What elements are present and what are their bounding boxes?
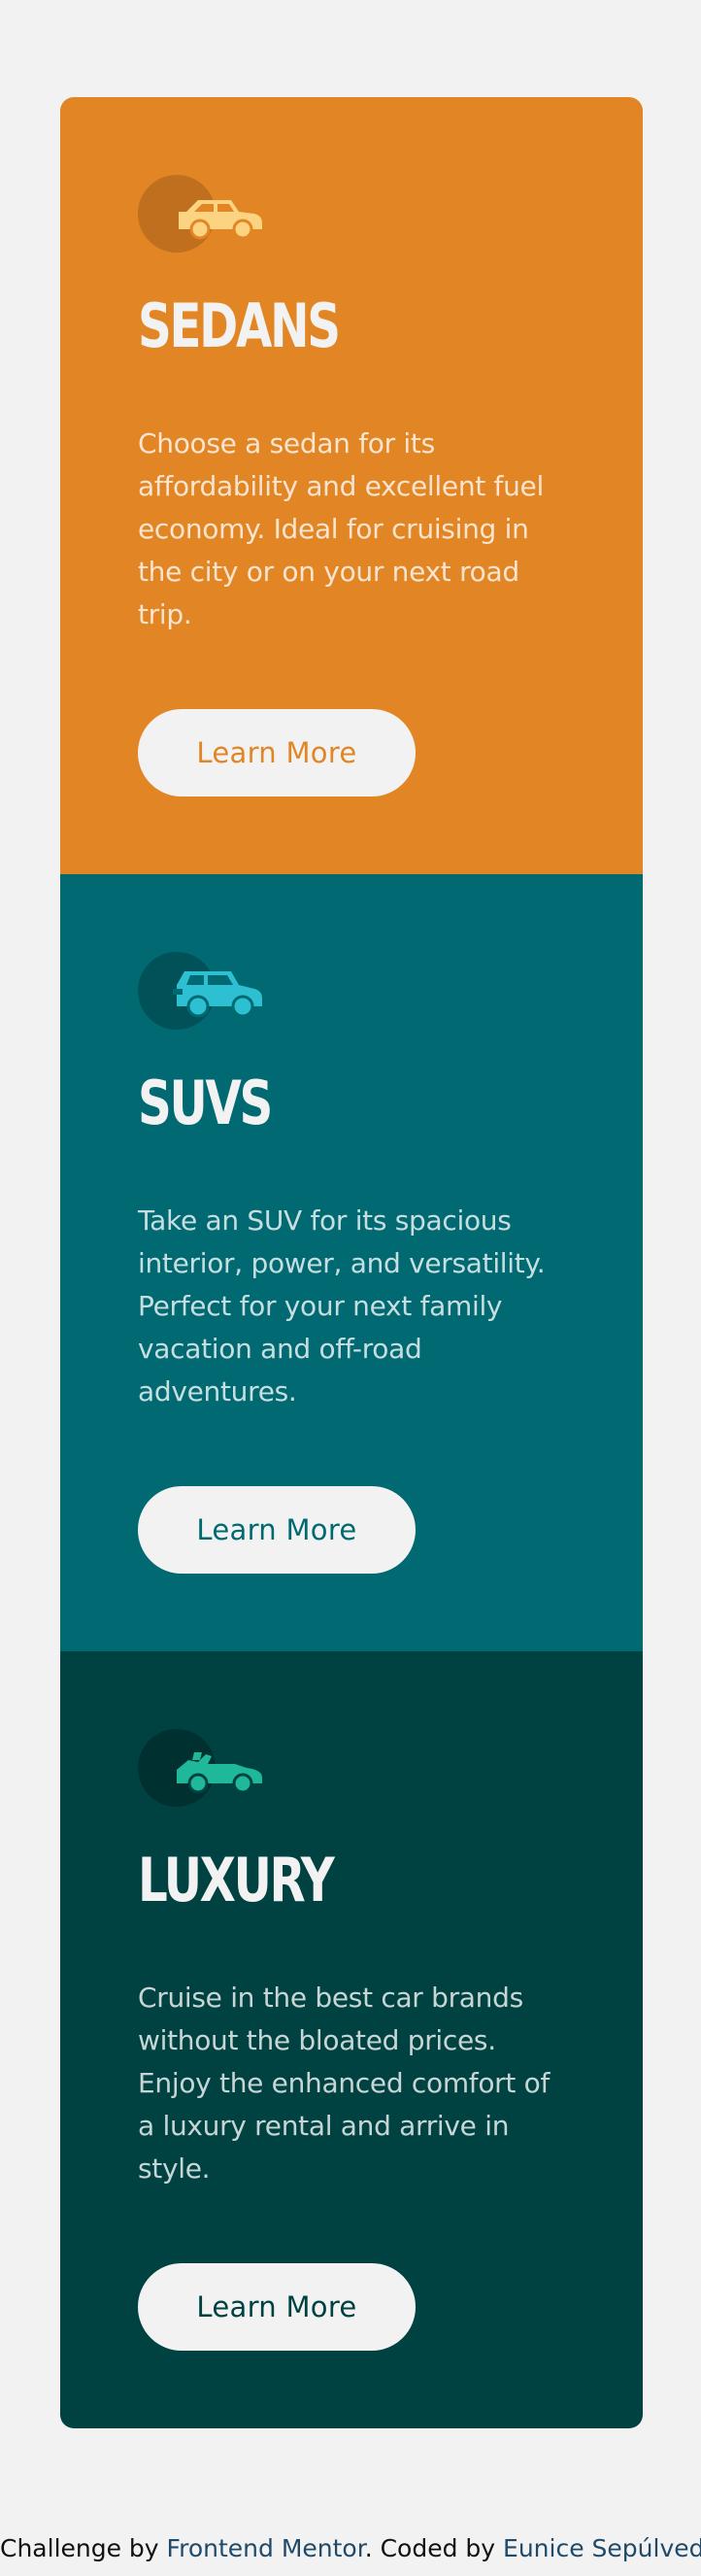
card-title: Sedans xyxy=(138,290,341,361)
card-title: Luxury xyxy=(138,1845,335,1915)
learn-more-button[interactable]: Learn More xyxy=(138,709,416,797)
frontend-mentor-link[interactable]: Frontend Mentor xyxy=(167,2534,365,2562)
card-title: SUVs xyxy=(138,1068,273,1138)
learn-more-button[interactable]: Learn More xyxy=(138,2263,416,2351)
card-sedans: Sedans Choose a sedan for its affordabil… xyxy=(60,97,643,874)
card-suvs: SUVs Take an SUV for its spacious interi… xyxy=(60,874,643,1651)
luxury-convertible-car-icon xyxy=(138,1729,262,1807)
card-description: Cruise in the best car brands without th… xyxy=(138,1982,551,2185)
attribution-prefix: Challenge by xyxy=(0,2534,167,2562)
attribution-footer: Challenge by Frontend Mentor. Coded by E… xyxy=(0,2533,701,2564)
suv-car-icon xyxy=(138,952,262,1030)
card-description: Take an SUV for its spacious interior, p… xyxy=(138,1204,546,1407)
attribution-middle: . Coded by xyxy=(364,2534,504,2562)
sedan-car-icon xyxy=(138,175,262,253)
card-luxury: Luxury Cruise in the best car brands wit… xyxy=(60,1651,643,2428)
card-description: Choose a sedan for its affordability and… xyxy=(138,427,544,630)
card-group: Sedans Choose a sedan for its affordabil… xyxy=(60,97,643,2428)
learn-more-button[interactable]: Learn More xyxy=(138,1486,416,1574)
author-link[interactable]: Eunice Sepúlveda xyxy=(503,2534,701,2562)
